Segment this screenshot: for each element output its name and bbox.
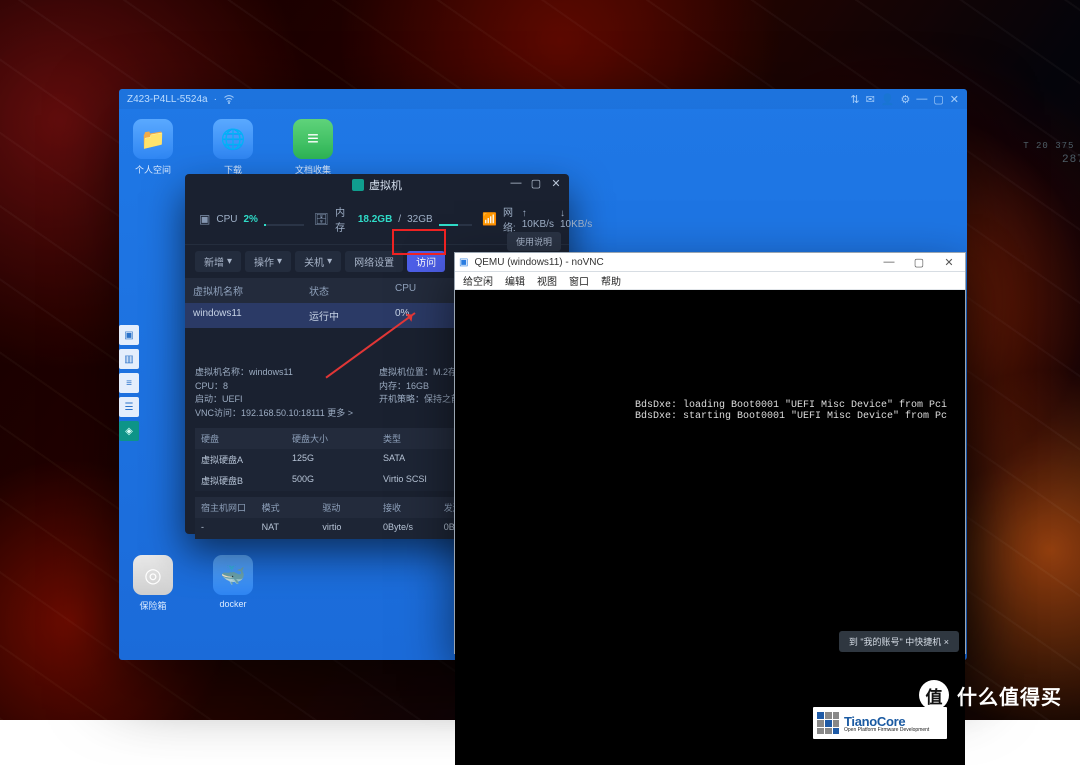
vm-title: 虚拟机 [369, 177, 402, 193]
operate-button[interactable]: 操作▾ [245, 251, 291, 272]
tianocore-logo-icon [817, 712, 839, 734]
user-icon[interactable]: 👤 [881, 93, 895, 106]
desktop-icon-docs[interactable]: ≡文档收集 [285, 119, 341, 176]
list-icon: ≡ [293, 119, 333, 159]
chevron-down-icon: ▾ [227, 256, 232, 267]
usage-button[interactable]: 使用说明 [507, 232, 561, 251]
folder-icon: 📁 [133, 119, 173, 159]
win-minimize-icon[interactable]: — [877, 256, 901, 268]
cpu-icon: ▣ [199, 212, 210, 226]
novnc-titlebar[interactable]: ▣ QEMU (windows11) - noVNC — ▢ ✕ [455, 253, 965, 272]
minimize-icon[interactable]: — [916, 93, 927, 105]
chevron-down-icon: ▾ [327, 256, 332, 267]
network-icon: 📶 [482, 212, 497, 226]
wifi-icon [223, 93, 235, 105]
tianocore-logo: TianoCoreOpen Platform Firmware Developm… [813, 707, 947, 739]
boot-screen[interactable]: BdsDxe: loading Boot0001 "UEFI Misc Devi… [455, 290, 965, 765]
chevron-down-icon: ▾ [277, 256, 282, 267]
menu-item[interactable]: 视图 [537, 273, 557, 288]
left-dock: ▣ ▥ ≡ ☰ ◈ [119, 325, 139, 441]
shutdown-button[interactable]: 关机▾ [295, 251, 341, 272]
titlebar[interactable]: Z423-P4LL-5524a · ⇅ ✉ 👤 ⚙ — ▢ ✕ [119, 89, 967, 109]
hud-readout: T 20 375 78128777 [1023, 140, 1080, 168]
new-button[interactable]: 新增▾ [195, 251, 241, 272]
desktop-icons-row-bottom: ◎保险箱 🐳docker [125, 555, 261, 612]
vm-close-icon[interactable]: ✕ [547, 174, 565, 192]
safe-icon: ◎ [133, 555, 173, 595]
globe-icon: 🌐 [213, 119, 253, 159]
docker-icon: 🐳 [213, 555, 253, 595]
novnc-window: ▣ QEMU (windows11) - noVNC — ▢ ✕ 给空闲 编辑 … [454, 252, 966, 654]
menu-item[interactable]: 窗口 [569, 273, 589, 288]
watermark: 值 什么值得买 [919, 680, 1062, 710]
transfer-icon[interactable]: ⇅ [850, 93, 859, 106]
hostname: Z423-P4LL-5524a [127, 94, 208, 105]
maximize-icon[interactable]: ▢ [933, 93, 943, 106]
desktop-icon-docker[interactable]: 🐳docker [205, 555, 261, 612]
novnc-title: QEMU (windows11) - noVNC [474, 257, 603, 268]
watermark-icon: 值 [919, 680, 949, 710]
dock-item-vm[interactable]: ◈ [119, 421, 139, 441]
win-close-icon[interactable]: ✕ [937, 256, 961, 269]
menu-item[interactable]: 给空闲 [463, 273, 493, 288]
app-icon: ▣ [459, 257, 468, 268]
vm-maximize-icon[interactable]: ▢ [527, 174, 545, 192]
mail-icon[interactable]: ✉ [866, 93, 875, 106]
vm-titlebar[interactable]: 虚拟机 — ▢ ✕ [185, 174, 569, 196]
desktop-icons-row-top: 📁个人空间 🌐下载 ≡文档收集 [125, 119, 341, 176]
vm-app-icon [352, 179, 364, 191]
desktop-icon-download[interactable]: 🌐下载 [205, 119, 261, 176]
gear-icon[interactable]: ⚙ [901, 93, 911, 106]
snackbar[interactable]: 到 "我的账号" 中快捷机 × [839, 631, 959, 652]
win-maximize-icon[interactable]: ▢ [907, 256, 931, 269]
annotation-box [392, 229, 446, 255]
divider: · [214, 94, 217, 105]
nas-desktop-window: Z423-P4LL-5524a · ⇅ ✉ 👤 ⚙ — ▢ ✕ 📁个人空间 🌐下… [119, 89, 967, 660]
desktop-icon-safe[interactable]: ◎保险箱 [125, 555, 181, 612]
dock-item-2[interactable]: ▥ [119, 349, 139, 369]
close-icon[interactable]: ✕ [950, 93, 959, 106]
menu-item[interactable]: 编辑 [505, 273, 525, 288]
memory-icon: 🗄 [314, 212, 329, 226]
novnc-menubar: 给空闲 编辑 视图 窗口 帮助 [455, 272, 965, 290]
dock-item-1[interactable]: ▣ [119, 325, 139, 345]
vm-minimize-icon[interactable]: — [507, 174, 525, 192]
dock-item-3[interactable]: ≡ [119, 373, 139, 393]
menu-item[interactable]: 帮助 [601, 273, 621, 288]
desktop-icon-personal[interactable]: 📁个人空间 [125, 119, 181, 176]
dock-item-4[interactable]: ☰ [119, 397, 139, 417]
